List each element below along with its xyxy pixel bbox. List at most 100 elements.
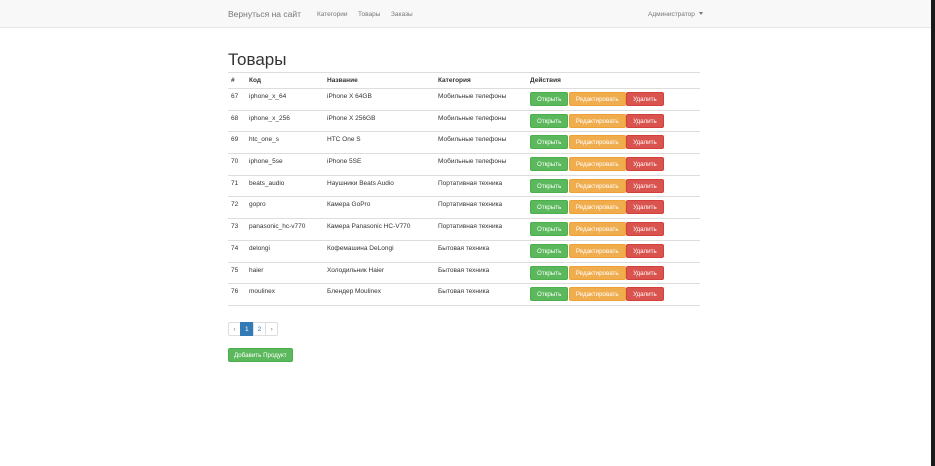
caret-down-icon [698,12,703,15]
cell-name: Кофемашина DeLongi [324,240,435,263]
add-product-button[interactable]: Добавить Продукт [228,348,293,362]
cell-id: 75 [228,262,246,285]
cell-id: 74 [228,240,246,263]
edit-button[interactable]: Редактировать [568,113,626,128]
table-row: 74 delongi Кофемашина DeLongi Бытовая техни… [228,240,700,263]
open-button[interactable]: Открыть [530,113,569,128]
table-row: 67 iphone_x_64 iPhone X 64GB Мобильные теле… [228,88,700,111]
cell-code: iphone_5se [246,153,324,176]
cell-name: HTC One S [324,131,435,155]
cell-code: htc_one_s [246,131,324,155]
cell-category: Мобильные телефоны [435,88,527,111]
cell-category: Мобильные телефоны [435,153,527,176]
column-header-actions: Действия [527,72,700,89]
pagination: ‹ 1 2 › [228,322,279,336]
table-row: 70 iphone_5se iPhone 5SE Мобильные телефоны… [228,153,700,176]
edit-button[interactable]: Редактировать [568,92,626,106]
cell-actions: Открыть Редактировать Удалить [527,131,700,155]
pagination-page-2[interactable]: 2 [252,322,267,336]
open-button[interactable]: Открыть [530,200,569,215]
cell-name: iPhone X 256GB [324,110,435,133]
cell-id: 67 [228,88,246,111]
delete-button[interactable]: Удалить [626,113,664,128]
delete-button[interactable]: Удалить [626,222,664,237]
table-row: 71 beats_audio Наушники Beats Audio Портати… [228,175,700,198]
delete-button[interactable]: Удалить [626,200,664,215]
cell-actions: Открыть Редактировать Удалить [527,175,700,198]
cell-id: 68 [228,110,246,133]
table-body: 67 iphone_x_64 iPhone X 64GB Мобильные теле… [228,88,700,306]
cell-name: Холодильник Haier [324,262,435,285]
edit-button[interactable]: Редактировать [568,287,626,302]
pagination-page-1[interactable]: 1 [240,322,254,336]
cell-name: Камера Panasonic HC-V770 [324,218,435,241]
cell-id: 73 [228,218,246,241]
back-to-site-link[interactable]: Вернуться на сайт [228,9,301,19]
table-row: 76 moulinex Блендер Moulinex Бытовая техник… [228,283,700,306]
open-button[interactable]: Открыть [530,265,569,280]
table-row: 72 gopro Камера GoPro Портативная техника От… [228,196,700,220]
edit-button[interactable]: Редактировать [568,157,626,172]
cell-actions: Открыть Редактировать Удалить [527,283,700,306]
delete-button[interactable]: Удалить [626,287,664,302]
products-table: # Код Название Категория Действия 67 ipho… [228,72,700,306]
open-button[interactable]: Открыть [530,135,569,150]
cell-actions: Открыть Редактировать Удалить [527,240,700,263]
window-edge-strip [931,0,935,466]
delete-button[interactable]: Удалить [626,265,664,280]
top-navbar: Вернуться на сайт Категории Товары Заказ… [0,0,931,28]
cell-id: 76 [228,283,246,306]
cell-category: Портативная техника [435,218,527,241]
table-row: 73 panasonic_hc-v770 Камера Panasonic HC-V… [228,218,700,241]
table-header-row: # Код Название Категория Действия [228,72,700,89]
cell-code: delongi [246,240,324,263]
delete-button[interactable]: Удалить [626,178,664,193]
cell-name: Камера GoPro [324,196,435,220]
edit-button[interactable]: Редактировать [568,265,626,280]
cell-actions: Открыть Редактировать Удалить [527,110,700,133]
column-header-code: Код [246,72,324,89]
delete-button[interactable]: Удалить [626,92,664,106]
nav-products-link[interactable]: Товары [358,11,380,18]
admin-dropdown[interactable]: Администратор [648,11,703,18]
cell-id: 71 [228,175,246,198]
delete-button[interactable]: Удалить [626,243,664,258]
cell-name: iPhone X 64GB [324,88,435,111]
delete-button[interactable]: Удалить [626,135,664,150]
cell-category: Мобильные телефоны [435,110,527,133]
delete-button[interactable]: Удалить [626,157,664,172]
nav-orders-link[interactable]: Заказы [391,11,413,18]
table-row: 68 iphone_x_256 iPhone X 256GB Мобильные те… [228,110,700,133]
admin-dropdown-label: Администратор [648,11,695,18]
cell-actions: Открыть Редактировать Удалить [527,88,700,111]
open-button[interactable]: Открыть [530,178,569,193]
cell-id: 72 [228,196,246,220]
cell-actions: Открыть Редактировать Удалить [527,153,700,176]
cell-category: Портативная техника [435,196,527,220]
cell-actions: Открыть Редактировать Удалить [527,196,700,220]
page-title: Товары [228,50,287,69]
cell-category: Бытовая техника [435,283,527,306]
edit-button[interactable]: Редактировать [568,135,626,150]
nav-categories-link[interactable]: Категории [317,11,348,18]
edit-button[interactable]: Редактировать [568,178,626,193]
cell-code: iphone_x_64 [246,88,324,111]
edit-button[interactable]: Редактировать [568,200,626,215]
column-header-id: # [228,72,246,89]
cell-category: Мобильные телефоны [435,131,527,155]
open-button[interactable]: Открыть [530,222,569,237]
edit-button[interactable]: Редактировать [568,222,626,237]
cell-code: beats_audio [246,175,324,198]
cell-code: haier [246,262,324,285]
column-header-name: Название [324,72,435,89]
pagination-next[interactable]: › [265,322,279,336]
cell-actions: Открыть Редактировать Удалить [527,218,700,241]
cell-name: Наушники Beats Audio [324,175,435,198]
open-button[interactable]: Открыть [530,243,569,258]
open-button[interactable]: Открыть [530,287,569,302]
cell-code: iphone_x_256 [246,110,324,133]
open-button[interactable]: Открыть [530,92,569,106]
open-button[interactable]: Открыть [530,157,569,172]
edit-button[interactable]: Редактировать [568,243,626,258]
cell-category: Бытовая техника [435,240,527,263]
